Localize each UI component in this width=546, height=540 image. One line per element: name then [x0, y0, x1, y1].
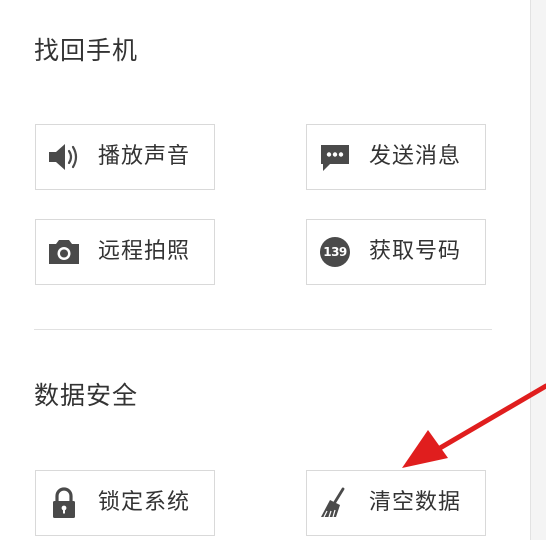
remote-photo-label: 远程拍照	[98, 239, 191, 264]
right-panel-edge	[530, 0, 546, 540]
section-title-find-phone: 找回手机	[34, 36, 139, 65]
lock-system-label: 锁定系统	[98, 490, 191, 515]
remote-photo-button[interactable]: 远程拍照	[35, 219, 215, 285]
get-number-label: 获取号码	[369, 239, 462, 264]
lock-system-button[interactable]: 锁定系统	[35, 470, 215, 536]
clear-data-button[interactable]: 清空数据	[306, 470, 486, 536]
get-number-button[interactable]: 139 获取号码	[306, 219, 486, 285]
number-badge: 139	[320, 237, 350, 267]
number-139-icon: 139	[317, 234, 353, 270]
camera-icon	[46, 234, 82, 270]
message-icon	[317, 139, 353, 175]
send-message-button[interactable]: 发送消息	[306, 124, 486, 190]
broom-icon	[317, 485, 353, 521]
play-sound-button[interactable]: 播放声音	[35, 124, 215, 190]
speaker-icon	[46, 139, 82, 175]
play-sound-label: 播放声音	[98, 144, 191, 169]
lock-icon	[46, 485, 82, 521]
clear-data-label: 清空数据	[369, 490, 462, 515]
section-divider	[34, 329, 492, 330]
section-title-data-security: 数据安全	[34, 381, 139, 410]
send-message-label: 发送消息	[369, 144, 462, 169]
